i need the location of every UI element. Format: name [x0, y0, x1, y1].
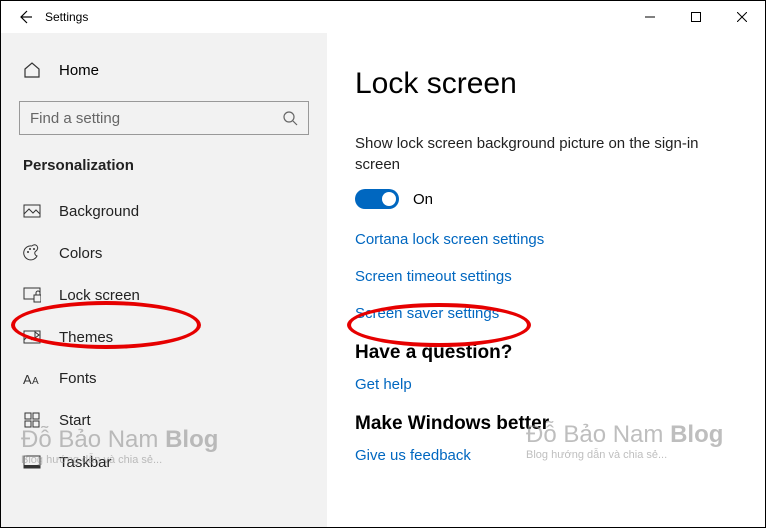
- sidebar-item-taskbar[interactable]: Taskbar: [1, 441, 327, 483]
- window-title: Settings: [45, 10, 88, 24]
- home-label: Home: [59, 62, 99, 79]
- taskbar-icon: [23, 453, 41, 471]
- sidebar-item-label: Taskbar: [59, 454, 112, 471]
- link-feedback[interactable]: Give us feedback: [355, 447, 735, 464]
- sidebar-item-fonts[interactable]: AA Fonts: [1, 358, 327, 399]
- sidebar-item-label: Fonts: [59, 370, 97, 387]
- link-get-help[interactable]: Get help: [355, 376, 735, 393]
- home-icon: [23, 61, 41, 79]
- search-input[interactable]: Find a setting: [19, 101, 309, 135]
- sidebar-item-start[interactable]: Start: [1, 399, 327, 441]
- link-cortana-settings[interactable]: Cortana lock screen settings: [355, 231, 735, 248]
- back-icon[interactable]: [17, 9, 33, 25]
- sidebar-item-label: Colors: [59, 245, 102, 262]
- sidebar-item-themes[interactable]: Themes: [1, 316, 327, 358]
- sidebar-item-label: Background: [59, 203, 139, 220]
- link-screensaver-settings[interactable]: Screen saver settings: [355, 305, 735, 322]
- svg-text:A: A: [23, 372, 32, 386]
- sidebar-item-colors[interactable]: Colors: [1, 232, 327, 274]
- page-title: Lock screen: [355, 67, 735, 101]
- palette-icon: [23, 244, 41, 262]
- sidebar-item-lock-screen[interactable]: Lock screen: [1, 274, 327, 316]
- toggle-switch[interactable]: [355, 189, 399, 209]
- svg-text:A: A: [32, 376, 39, 386]
- sidebar: Home Find a setting Personalization Back…: [1, 33, 327, 527]
- toggle-state-label: On: [413, 191, 433, 208]
- sidebar-home[interactable]: Home: [1, 53, 327, 87]
- picture-icon: [23, 202, 41, 220]
- minimize-button[interactable]: [627, 1, 673, 33]
- lock-screen-icon: [23, 286, 41, 304]
- close-button[interactable]: [719, 1, 765, 33]
- fonts-icon: AA: [23, 372, 41, 386]
- search-icon: [282, 110, 298, 126]
- sidebar-item-label: Lock screen: [59, 287, 140, 304]
- toggle-description: Show lock screen background picture on t…: [355, 133, 735, 175]
- question-heading: Have a question?: [355, 342, 735, 364]
- sidebar-item-background[interactable]: Background: [1, 190, 327, 232]
- maximize-button[interactable]: [673, 1, 719, 33]
- main-panel: Lock screen Show lock screen background …: [327, 33, 765, 527]
- search-placeholder: Find a setting: [30, 110, 120, 127]
- themes-icon: [23, 328, 41, 346]
- section-header: Personalization: [1, 157, 327, 190]
- better-heading: Make Windows better: [355, 413, 735, 435]
- sidebar-item-label: Themes: [59, 329, 113, 346]
- start-icon: [23, 411, 41, 429]
- sidebar-item-label: Start: [59, 412, 91, 429]
- link-timeout-settings[interactable]: Screen timeout settings: [355, 268, 735, 285]
